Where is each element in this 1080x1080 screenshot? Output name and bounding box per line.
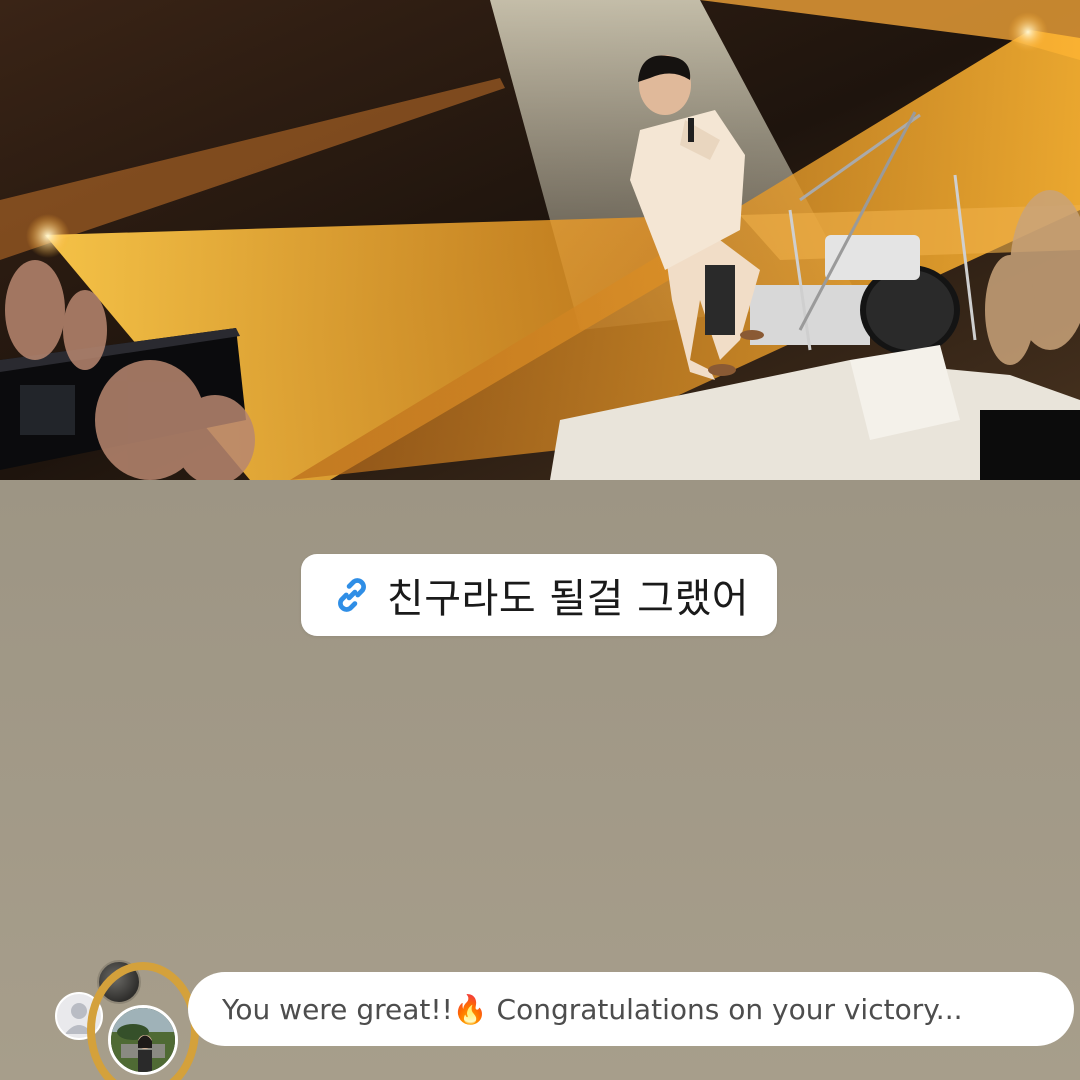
story-photo[interactable] [0, 0, 1080, 480]
user-avatar[interactable] [108, 1005, 178, 1075]
link-icon [337, 578, 366, 612]
reply-message-text: You were great!!🔥 Congratulations on you… [222, 992, 963, 1026]
reply-message-field[interactable]: You were great!!🔥 Congratulations on you… [188, 972, 1074, 1046]
link-sticker[interactable]: 친구라도 될걸 그랬어 [301, 554, 777, 636]
viewer-person-icon[interactable] [55, 992, 103, 1040]
story-viewer: 친구라도 될걸 그랬어 You were great!!🔥 Congratula… [0, 0, 1080, 1080]
link-sticker-text: 친구라도 될걸 그랬어 [386, 576, 750, 622]
secondary-avatar[interactable] [97, 960, 141, 1004]
